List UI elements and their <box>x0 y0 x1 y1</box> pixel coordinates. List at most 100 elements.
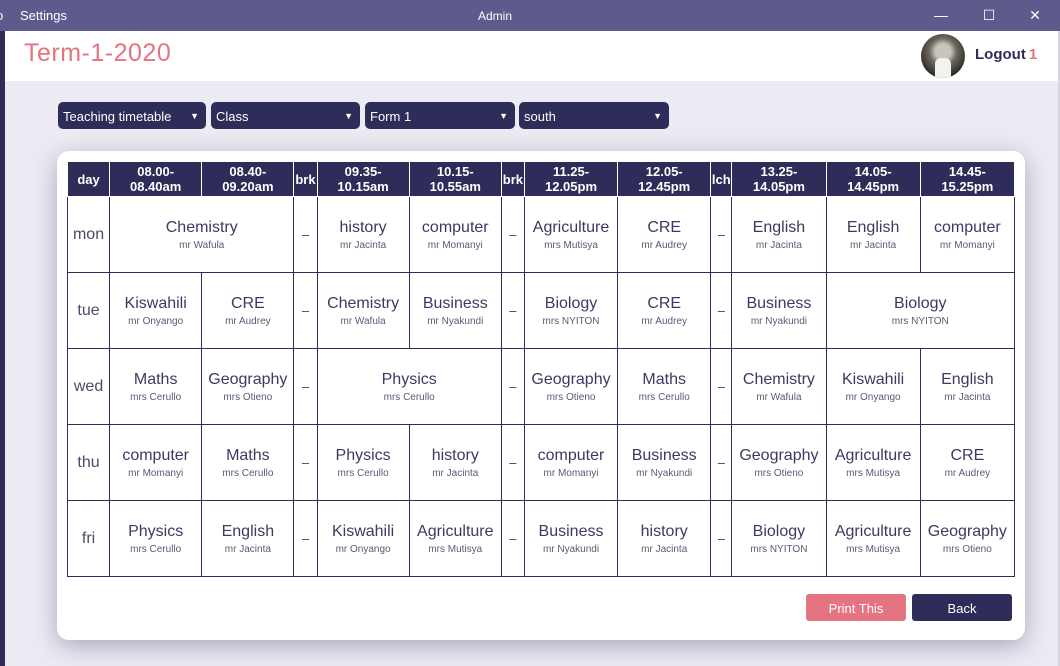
window-title: Admin <box>477 9 512 23</box>
back-button[interactable]: Back <box>912 594 1012 621</box>
lesson-cell[interactable]: Agriculture mrs Mutisya <box>825 500 921 577</box>
break-cell: – <box>500 272 525 349</box>
lesson-cell[interactable]: English mr Jacinta <box>919 348 1016 425</box>
break-cell: – <box>710 424 733 501</box>
teacher-label: mrs NYITON <box>750 543 808 555</box>
avatar[interactable] <box>921 34 965 78</box>
lesson-cell[interactable]: English mr Jacinta <box>825 196 921 273</box>
teacher-label: mr Nyakundi <box>427 315 484 327</box>
teacher-label: mrs NYITON <box>891 315 949 327</box>
column-header: 11.25- 12.05pm <box>523 161 619 197</box>
lesson-cell[interactable]: English mr Jacinta <box>731 196 827 273</box>
lesson-cell[interactable]: Maths mrs Cerullo <box>617 348 712 425</box>
lesson-cell[interactable]: Biology mrs NYITON <box>825 272 1016 349</box>
column-header: lch <box>710 161 733 197</box>
maximize-button[interactable]: ☐ <box>966 0 1012 31</box>
print-button[interactable]: Print This <box>806 594 906 621</box>
subject-label: English <box>846 218 900 236</box>
minimize-button[interactable]: — <box>918 0 964 31</box>
lesson-cell[interactable]: CRE mr Audrey <box>617 196 712 273</box>
lesson-cell[interactable]: Maths mrs Cerullo <box>201 424 295 501</box>
lesson-cell[interactable]: history mr Jacinta <box>617 500 712 577</box>
lesson-cell[interactable]: Chemistry mr Wafula <box>109 196 295 273</box>
lesson-cell[interactable]: Geography mrs Otieno <box>731 424 827 501</box>
lesson-cell[interactable]: Business mr Nyakundi <box>617 424 712 501</box>
lesson-cell[interactable]: history mr Jacinta <box>408 424 502 501</box>
teacher-label: mrs Cerullo <box>130 391 182 403</box>
subject-label: Physics <box>381 370 437 388</box>
stream-dropdown[interactable]: south ▼ <box>519 102 669 129</box>
break-cell: – <box>710 272 733 349</box>
column-header: 08.00- 08.40am <box>109 161 203 197</box>
dropdown-value: south <box>524 109 556 124</box>
subject-label: Agriculture <box>834 522 912 540</box>
lesson-cell[interactable]: Kiswahili mr Onyango <box>825 348 921 425</box>
lesson-cell[interactable]: Biology mrs NYITON <box>731 500 827 577</box>
column-header: day <box>66 161 111 197</box>
lesson-cell[interactable]: Geography mrs Otieno <box>201 348 295 425</box>
subject-label: Maths <box>642 370 686 388</box>
break-cell: – <box>710 348 733 425</box>
logout-button[interactable]: Logout 1 <box>975 46 1037 63</box>
teacher-label: mr Audrey <box>641 315 687 327</box>
teacher-label: mr Audrey <box>944 467 991 479</box>
minimize-icon: — <box>934 7 948 23</box>
teacher-label: mr Momanyi <box>427 239 483 251</box>
lesson-cell[interactable]: CRE mr Audrey <box>201 272 295 349</box>
lesson-cell[interactable]: CRE mr Audrey <box>617 272 712 349</box>
lesson-cell[interactable]: Agriculture mrs Mutisya <box>825 424 921 501</box>
teacher-label: mrs Mutisya <box>428 543 483 555</box>
lesson-cell[interactable]: computer mr Momanyi <box>523 424 619 501</box>
column-header: brk <box>500 161 525 197</box>
lesson-cell[interactable]: computer mr Momanyi <box>109 424 203 501</box>
form-dropdown[interactable]: Form 1 ▼ <box>365 102 515 129</box>
teacher-label: mrs Otieno <box>754 467 804 479</box>
dropdown-value: Teaching timetable <box>63 109 172 124</box>
break-cell: – <box>293 424 318 501</box>
close-button[interactable]: ✕ <box>1012 0 1058 31</box>
lesson-cell[interactable]: Business mr Nyakundi <box>523 500 619 577</box>
lesson-cell[interactable]: history mr Jacinta <box>316 196 410 273</box>
page-header: Term-1-2020 Logout 1 <box>5 31 1058 81</box>
lesson-cell[interactable]: computer mr Momanyi <box>408 196 502 273</box>
teacher-label: mr Jacinta <box>224 543 271 555</box>
subject-label: Agriculture <box>834 446 912 464</box>
logout-label: Logout <box>975 46 1026 63</box>
column-header: 12.05- 12.45pm <box>617 161 712 197</box>
category-dropdown[interactable]: Class ▼ <box>211 102 360 129</box>
lesson-cell[interactable]: Kiswahili mr Onyango <box>109 272 203 349</box>
lesson-cell[interactable]: Biology mrs NYITON <box>523 272 619 349</box>
lesson-cell[interactable]: Maths mrs Cerullo <box>109 348 203 425</box>
day-cell: thu <box>66 424 111 501</box>
day-cell: tue <box>66 272 111 349</box>
subject-label: Maths <box>226 446 270 464</box>
lesson-cell[interactable]: Kiswahili mr Onyango <box>316 500 410 577</box>
column-header: 14.45- 15.25pm <box>919 161 1016 197</box>
lesson-cell[interactable]: computer mr Momanyi <box>919 196 1016 273</box>
lesson-cell[interactable]: Business mr Nyakundi <box>731 272 827 349</box>
table-row: wed Maths mrs Cerullo Geography mrs Otieno – P… <box>66 348 1016 425</box>
subject-label: CRE <box>230 294 265 312</box>
lesson-cell[interactable]: English mr Jacinta <box>201 500 295 577</box>
lesson-cell[interactable]: Agriculture mrs Mutisya <box>408 500 502 577</box>
lesson-cell[interactable]: Chemistry mr Wafula <box>731 348 827 425</box>
teacher-label: mrs Mutisya <box>846 543 901 555</box>
timetable-type-dropdown[interactable]: Teaching timetable ▼ <box>58 102 206 129</box>
lesson-cell[interactable]: Physics mrs Cerullo <box>109 500 203 577</box>
lesson-cell[interactable]: Geography mrs Otieno <box>919 500 1016 577</box>
lesson-cell[interactable]: Business mr Nyakundi <box>408 272 502 349</box>
subject-label: Kiswahili <box>331 522 395 540</box>
subject-label: Biology <box>752 522 806 540</box>
teacher-label: mr Audrey <box>225 315 271 327</box>
lesson-cell[interactable]: CRE mr Audrey <box>919 424 1016 501</box>
column-header: 13.25- 14.05pm <box>731 161 827 197</box>
lesson-cell[interactable]: Chemistry mr Wafula <box>316 272 410 349</box>
lesson-cell[interactable]: Agriculture mrs Mutisya <box>523 196 619 273</box>
teacher-label: mr Jacinta <box>755 239 802 251</box>
subject-label: computer <box>934 218 1001 236</box>
lesson-cell[interactable]: Physics mrs Cerullo <box>316 348 502 425</box>
lesson-cell[interactable]: Physics mrs Cerullo <box>316 424 410 501</box>
lesson-cell[interactable]: Geography mrs Otieno <box>523 348 619 425</box>
break-cell: – <box>710 500 733 577</box>
subject-label: Physics <box>335 446 391 464</box>
